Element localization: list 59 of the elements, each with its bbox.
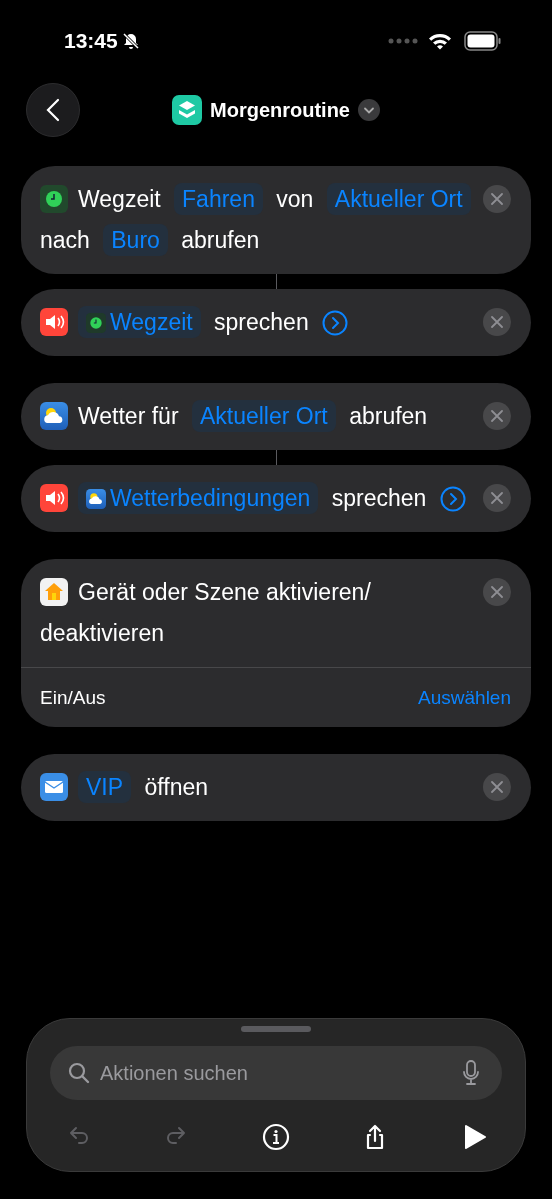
search-field[interactable]: Aktionen suchen (50, 1046, 502, 1100)
action-text: Wetter für (78, 403, 179, 429)
layers-icon (172, 95, 202, 125)
remove-button[interactable] (483, 773, 511, 801)
house-icon (40, 578, 68, 606)
speaker-icon (40, 484, 68, 512)
wifi-icon (428, 32, 452, 50)
choose-link[interactable]: Auswählen (418, 687, 511, 709)
connector-line (275, 274, 277, 289)
action-text: von (276, 186, 314, 212)
connector-line (275, 450, 277, 465)
close-icon (491, 586, 503, 598)
speaker-icon (40, 308, 68, 336)
variable-token[interactable]: Aktueller Ort (326, 183, 471, 215)
action-text: abrufen (181, 227, 260, 253)
search-icon (68, 1062, 90, 1084)
drag-handle[interactable] (241, 1026, 311, 1032)
variable-token[interactable]: Fahren (174, 183, 263, 215)
parameter-label: Ein/Aus (40, 687, 106, 709)
battery-icon (464, 31, 502, 51)
remove-button[interactable] (483, 578, 511, 606)
action-text: nach (40, 227, 90, 253)
chevron-down-icon[interactable] (358, 99, 380, 121)
chevron-left-icon (46, 98, 60, 122)
status-time: 13:45 (64, 29, 118, 53)
back-button[interactable] (26, 83, 80, 137)
action-text: sprechen (214, 309, 309, 335)
clock-icon (40, 185, 68, 213)
variable-token[interactable]: Wetterbedingungen (78, 482, 319, 514)
expand-icon[interactable] (439, 486, 466, 512)
weather-icon (86, 489, 106, 509)
clock-icon (86, 313, 106, 333)
weather-icon (40, 402, 68, 430)
shortcut-title[interactable]: Morgenroutine (210, 98, 350, 122)
envelope-icon (40, 773, 68, 801)
close-icon (491, 781, 503, 793)
expand-icon[interactable] (322, 310, 349, 336)
action-text: deaktivieren (40, 620, 165, 646)
signal-icon (388, 38, 418, 44)
variable-token[interactable]: VIP (78, 771, 132, 803)
remove-button[interactable] (483, 402, 511, 430)
action-text: Gerät oder Szene aktivieren/ (78, 579, 371, 605)
action-text: Wegzeit (78, 186, 161, 212)
remove-button[interactable] (483, 185, 511, 213)
action-text: sprechen (331, 485, 427, 511)
bell-slash-icon (121, 32, 140, 50)
variable-token[interactable]: Buro (103, 224, 168, 256)
remove-button[interactable] (483, 308, 511, 336)
variable-token[interactable]: Wegzeit (78, 306, 201, 338)
close-icon (491, 316, 503, 328)
microphone-icon[interactable] (462, 1060, 480, 1086)
close-icon (491, 410, 503, 422)
close-icon (491, 492, 503, 504)
remove-button[interactable] (483, 484, 511, 512)
info-icon (262, 1123, 290, 1151)
action-text: abrufen (349, 403, 428, 429)
variable-token[interactable]: Aktueller Ort (191, 400, 336, 432)
action-text: öffnen (144, 774, 208, 800)
close-icon (491, 193, 503, 205)
